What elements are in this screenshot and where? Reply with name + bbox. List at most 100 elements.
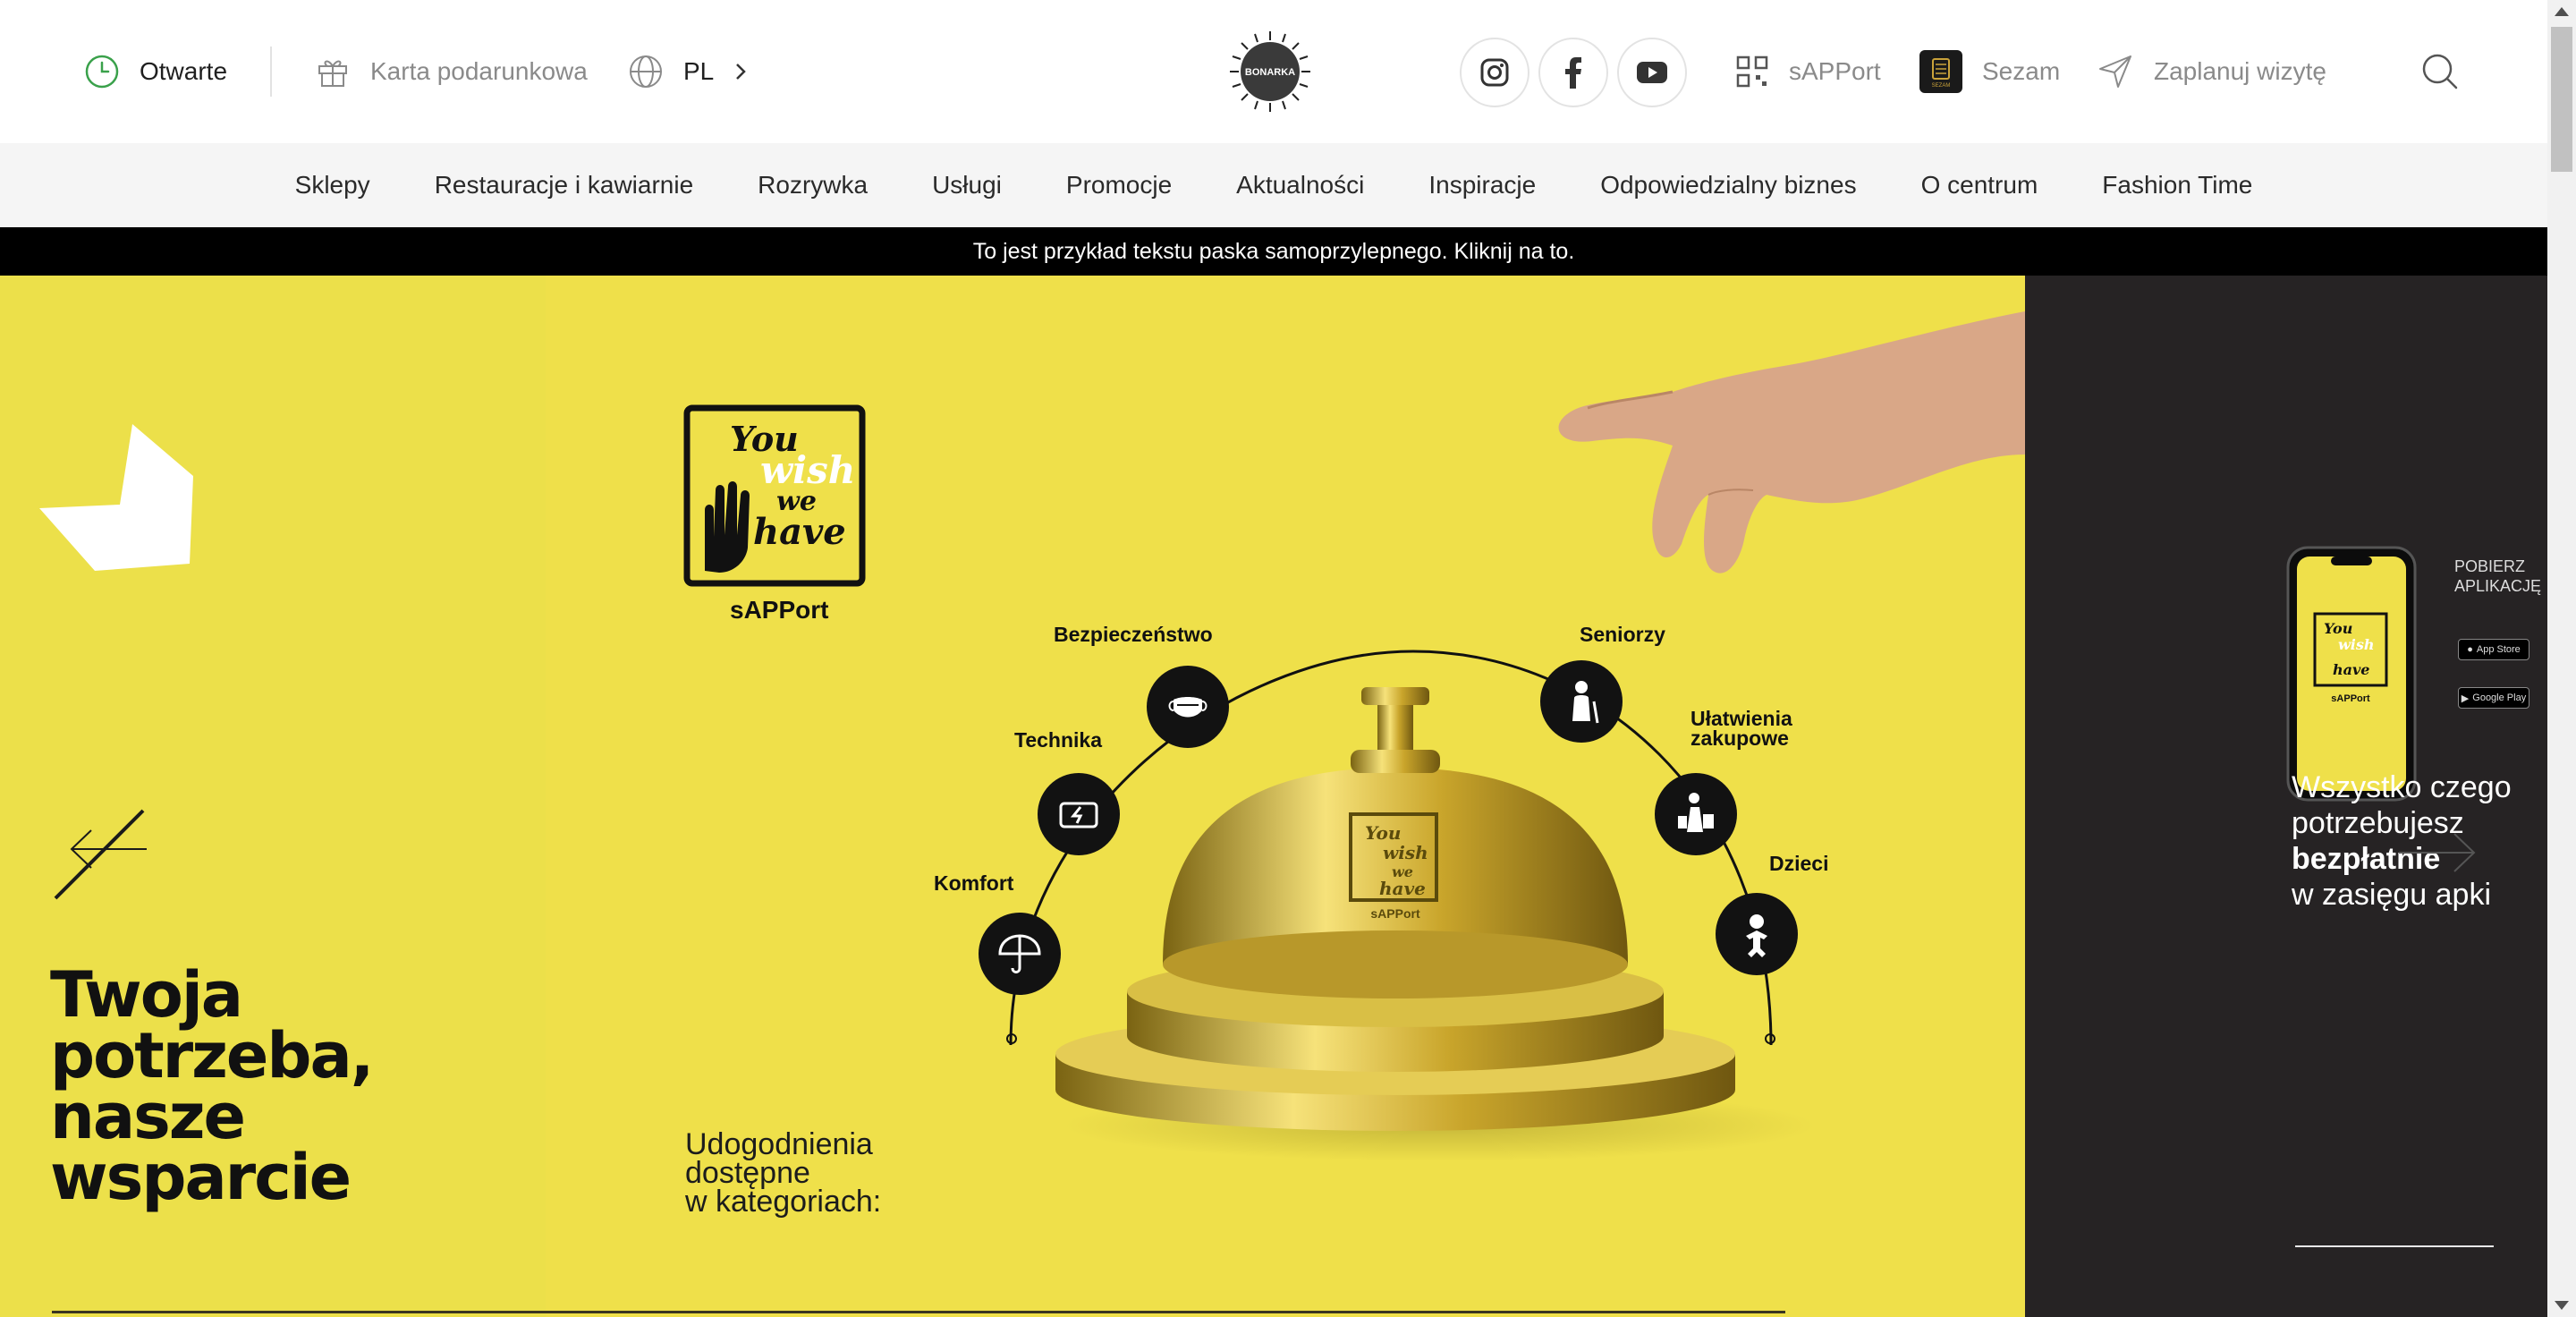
phone-mockup-icon: You wish have sAPPort: [2286, 546, 2417, 802]
instagram-link[interactable]: [1460, 38, 1530, 107]
sapport-label: sAPPort: [1789, 57, 1881, 85]
nav-item-odpowiedzialny-biznes[interactable]: Odpowiedzialny biznes: [1600, 171, 1856, 200]
main-navigation: Sklepy Restauracje i kawiarnie Rozrywka …: [0, 143, 2547, 227]
site-logo[interactable]: BONARKA: [1228, 30, 1312, 114]
page-scrollbar[interactable]: [2547, 0, 2576, 1317]
decorative-arrow-shape: [39, 424, 193, 571]
hero-headline: Twoja potrzeba, nasze wsparcie: [50, 958, 374, 1214]
app-store-badge[interactable]: ● App Store: [2458, 639, 2529, 660]
send-icon: [2099, 55, 2131, 88]
language-switcher[interactable]: PL: [628, 0, 748, 143]
search-icon: [2422, 54, 2458, 89]
sapport-link[interactable]: sAPPort: [1735, 0, 1881, 143]
apple-icon: ●: [2467, 644, 2473, 655]
categories-intro-line1: Udogodnienia: [685, 1127, 873, 1161]
sapport-logo-caption: sAPPort: [730, 596, 829, 624]
hand-illustration: [1558, 311, 2025, 574]
scroll-up-arrow-icon[interactable]: [2555, 7, 2569, 16]
instagram-icon: [1480, 58, 1509, 87]
headline-line1: Twoja: [50, 958, 243, 1032]
categories-intro-line2: dostępne: [685, 1156, 810, 1190]
scroll-thumb[interactable]: [2551, 27, 2572, 172]
nav-item-inspiracje[interactable]: Inspiracje: [1428, 171, 1536, 200]
shopping-person-icon: [1655, 773, 1737, 855]
download-app-label: POBIERZ APLIKACJĘ: [2454, 557, 2541, 596]
chevron-right-icon: [736, 64, 747, 80]
headline-line3: nasze: [50, 1080, 246, 1153]
globe-icon: [630, 55, 662, 88]
phone-logo-caption: sAPPort: [2331, 693, 2370, 704]
categories-intro-line3: w kategoriach:: [685, 1185, 882, 1219]
umbrella-icon: [979, 913, 1061, 995]
nav-item-aktualnosci[interactable]: Aktualności: [1236, 171, 1364, 200]
qr-code-icon: [1736, 55, 1768, 88]
facebook-icon: [1565, 57, 1581, 89]
baby-icon: [1716, 893, 1798, 975]
scroll-down-arrow-icon[interactable]: [2555, 1301, 2569, 1310]
nav-item-fashion-time[interactable]: Fashion Time: [2102, 171, 2252, 200]
search-button[interactable]: [2419, 50, 2462, 93]
gift-card-label: Karta podarunkowa: [370, 57, 588, 85]
nav-item-sklepy[interactable]: Sklepy: [295, 171, 370, 200]
language-label: PL: [683, 57, 715, 85]
logo-text: BONARKA: [1245, 67, 1295, 78]
next-slide-line: [2295, 1245, 2494, 1247]
slider-prev-arrow-icon[interactable]: [50, 805, 148, 904]
nav-item-uslugi[interactable]: Usługi: [932, 171, 1002, 200]
category-label-ulatwienia-line1: Ułatwienia: [1690, 707, 1792, 730]
power-bank-icon: [1038, 773, 1120, 855]
youtube-icon: [1637, 62, 1667, 83]
bell-logo-wish: wish: [1383, 842, 1428, 863]
nav-item-restauracje[interactable]: Restauracje i kawiarnie: [435, 171, 693, 200]
category-label-bezpieczenstwo: Bezpieczeństwo: [1054, 623, 1213, 646]
phone-logo-have: have: [2333, 661, 2369, 678]
divider: [270, 47, 272, 97]
headline-line2: potrzeba,: [50, 1019, 374, 1092]
sezam-app-icon: SEZAM: [1919, 50, 1962, 93]
category-label-ulatwienia: Ułatwienia zakupowe: [1690, 707, 1792, 750]
sticky-banner[interactable]: To jest przykład tekstu paska samoprzyle…: [0, 227, 2547, 276]
nav-item-o-centrum[interactable]: O centrum: [1921, 171, 2038, 200]
plan-visit-link[interactable]: Zaplanuj wizytę: [2097, 0, 2326, 143]
hero-slide-next[interactable]: You wish have sAPPort POBIERZ APLIKACJĘ …: [2025, 276, 2547, 1317]
headline-line4: wsparcie: [50, 1141, 352, 1214]
sezam-label: Sezam: [1982, 57, 2061, 85]
download-line2: APLIKACJĘ: [2454, 577, 2542, 595]
category-label-ulatwienia-line2: zakupowe: [1690, 726, 1789, 750]
opening-status[interactable]: Otwarte: [84, 0, 227, 143]
sezam-badge-label: SEZAM: [1932, 83, 1951, 89]
facebook-link[interactable]: [1538, 38, 1608, 107]
opening-status-label: Otwarte: [140, 57, 228, 85]
app-store-label: App Store: [2476, 644, 2521, 655]
phone-logo-you: You: [2324, 620, 2352, 637]
categories-intro: Udogodnienia dostępne w kategoriach:: [685, 1127, 882, 1219]
logo-have: have: [753, 511, 846, 553]
sezam-link[interactable]: SEZAM Sezam: [1919, 0, 2060, 143]
slider-next-arrow-icon[interactable]: [2397, 821, 2487, 884]
plan-visit-label: Zaplanuj wizytę: [2154, 57, 2326, 85]
phone-logo-wish: wish: [2338, 636, 2375, 653]
category-label-seniorzy: Seniorzy: [1580, 623, 1665, 646]
download-line1: POBIERZ: [2454, 557, 2526, 575]
google-play-label: Google Play: [2472, 692, 2527, 703]
sticky-banner-text: To jest przykład tekstu paska samoprzyle…: [972, 238, 1575, 264]
youtube-link[interactable]: [1617, 38, 1687, 107]
nav-item-rozrywka[interactable]: Rozrywka: [758, 171, 868, 200]
bonarka-logo-icon: BONARKA: [1230, 31, 1310, 112]
hero-slider: You wish we have sAPPort You wish we hav…: [0, 276, 2547, 1317]
top-bar: Otwarte Karta podarunkowa PL BONARKA sAP…: [0, 0, 2547, 143]
category-label-komfort: Komfort: [934, 871, 1014, 895]
bell-logo-have: have: [1379, 878, 1426, 899]
clock-icon: [85, 55, 119, 89]
category-label-dzieci: Dzieci: [1769, 852, 1829, 875]
hero-slide-active[interactable]: You wish we have sAPPort You wish we hav…: [0, 276, 2025, 1317]
bell-caption: sAPPort: [1370, 906, 1420, 921]
google-play-badge[interactable]: ▶ Google Play: [2458, 687, 2529, 709]
bell-logo-you: You: [1365, 822, 1401, 844]
senior-icon: [1540, 660, 1623, 743]
nav-item-promocje[interactable]: Promocje: [1066, 171, 1172, 200]
next-copy-line1: Wszystko czego: [2292, 770, 2512, 804]
gift-card-link[interactable]: Karta podarunkowa: [315, 0, 588, 143]
slide-progress-line: [52, 1311, 1785, 1313]
face-mask-icon: [1147, 666, 1229, 748]
